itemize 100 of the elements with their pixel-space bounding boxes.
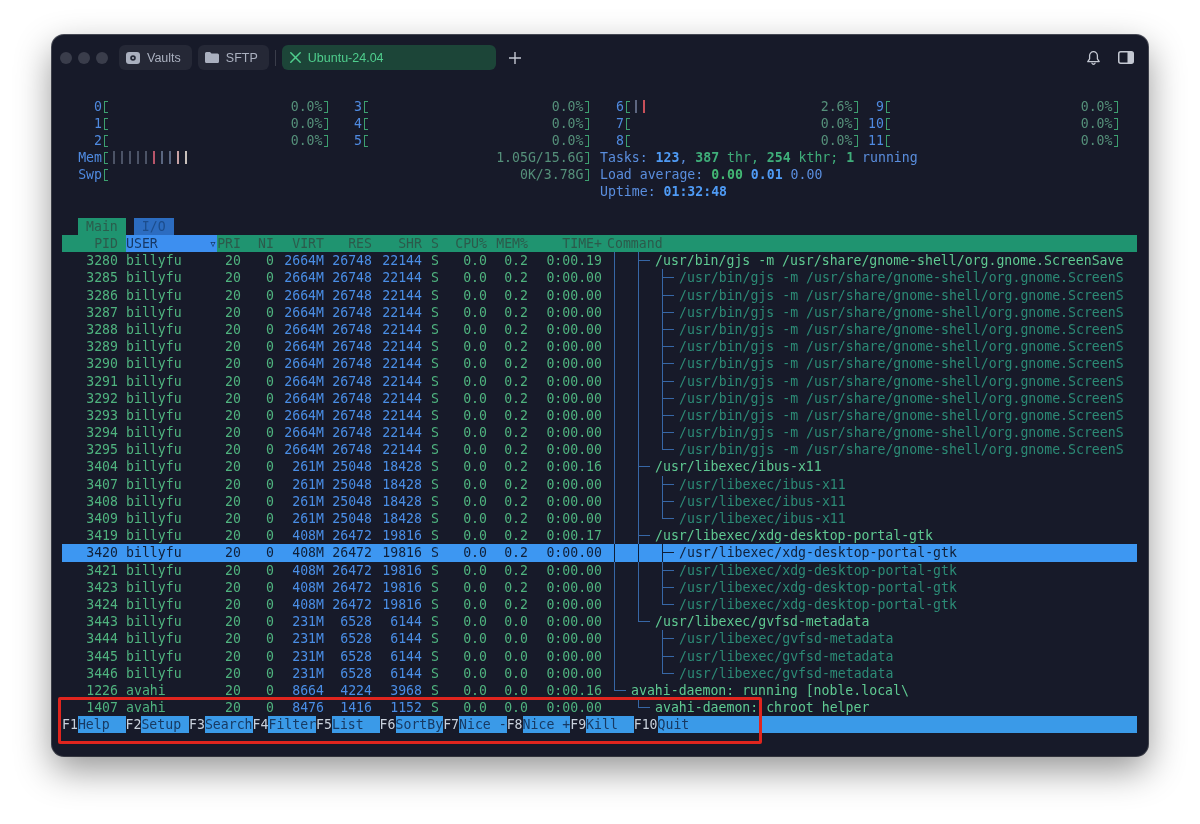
function-action[interactable]: SortBy	[395, 716, 444, 734]
shared-memory: 22144	[381, 252, 422, 270]
resident-memory: 6528	[339, 647, 372, 665]
pid: 3293	[85, 406, 119, 425]
nice-value: 0	[265, 699, 274, 717]
cpu-usage-value: 0.0%	[551, 131, 584, 150]
priority: 20	[224, 510, 241, 528]
process-row[interactable]: 1226 avahi 20 0 8664 4224 3968 S 0.0 0.0 0:00.16 avahi-daemon: running [noble.local\	[62, 681, 1137, 700]
shared-memory: 22144	[381, 321, 422, 339]
process-state: S	[430, 647, 440, 665]
bell-icon[interactable]	[1087, 50, 1100, 65]
process-row[interactable]: 3293 billyfu 20 0 2664M 26748 22144 S 0.0 0.2 0:00.00 /usr/bin/gjs -m /usr/share/gnome-shell/org.gnome.ScreenS	[62, 406, 1137, 425]
shared-memory: 22144	[381, 269, 422, 287]
cpu-time: 0:00.00	[545, 355, 602, 373]
shared-memory: 18428	[381, 510, 422, 528]
close-icon[interactable]	[289, 52, 301, 63]
process-row[interactable]: 3286 billyfu 20 0 2664M 26748 22144 S 0.0 0.2 0:00.00 /usr/bin/gjs -m /usr/share/gnome-shell/org.gnome.ScreenS	[62, 286, 1137, 304]
shared-memory: 18428	[381, 458, 422, 476]
process-row[interactable]: 3289 billyfu 20 0 2664M 26748 22144 S 0.0 0.2 0:00.00 /usr/bin/gjs -m /usr/share/gnome-shell/org.gnome.ScreenS	[62, 338, 1137, 356]
tab[interactable]: Vaults	[119, 45, 192, 70]
column-header[interactable]: USER ▿	[126, 235, 217, 253]
process-row[interactable]: 3287 billyfu 20 0 2664M 26748 22144 S 0.0 0.2 0:00.00 /usr/bin/gjs -m /usr/share/gnome-shell/org.gnome.ScreenS	[62, 303, 1137, 321]
process-row[interactable]: 3423 billyfu 20 0 408M 26472 19816 S 0.0 0.2 0:00.00 /usr/libexec/xdg-desktop-portal-gtk	[62, 578, 1137, 596]
pid: 3446	[85, 664, 119, 682]
cpu-percent: 0.0	[462, 389, 487, 407]
process-row[interactable]: 3404 billyfu 20 0 261M 25048 18428 S 0.0 0.2 0:00.16 /usr/libexec/ibus-x11	[62, 458, 1137, 476]
command: /usr/bin/gjs -m /usr/share/gnome-shell/org.gnome.ScreenS	[679, 286, 1124, 304]
process-row[interactable]: 3445 billyfu 20 0 231M 6528 6144 S 0.0 0.0 0:00.00 /usr/libexec/gvfsd-metadata	[62, 647, 1137, 665]
cpu-usage-value: 0.0%	[1080, 114, 1113, 132]
process-row[interactable]: 3280 billyfu 20 0 2664M 26748 22144 S 0.0 0.2 0:00.19 /usr/bin/gjs -m /usr/share/gnome-shell/org.gnome.ScreenSave	[62, 252, 1137, 270]
cpu-time: 0:00.00	[545, 699, 602, 717]
swap-label: Swp	[78, 166, 102, 184]
process-row[interactable]: 3408 billyfu 20 0 261M 25048 18428 S 0.0 0.2 0:00.00 /usr/libexec/ibus-x11	[62, 492, 1137, 511]
tab[interactable]: SFTP	[197, 45, 269, 70]
nice-value: 0	[265, 372, 274, 390]
cpu-percent: 0.0	[462, 355, 487, 373]
process-row[interactable]: 3420 billyfu 20 0 408M 26472 19816 S 0.0 0.2 0:00.00 /usr/libexec/xdg-desktop-portal-gtk	[62, 544, 1137, 562]
cpu-percent: 0.0	[462, 613, 487, 631]
cpu-percent: 0.0	[462, 475, 487, 493]
process-state: S	[430, 321, 440, 339]
cpu-percent: 0.0	[462, 303, 487, 321]
process-row[interactable]: 3443 billyfu 20 0 231M 6528 6144 S 0.0 0.0 0:00.00 /usr/libexec/gvfsd-metadata	[62, 613, 1137, 631]
command: /usr/libexec/xdg-desktop-portal-gtk	[679, 578, 957, 596]
function-action[interactable]: Filter	[268, 716, 317, 734]
function-action[interactable]: Help	[77, 716, 126, 734]
memory-percent: 0.2	[503, 596, 528, 614]
shared-memory: 22144	[381, 389, 422, 407]
cpu-time: 0:00.17	[545, 527, 602, 545]
cpu-percent: 0.0	[462, 510, 487, 528]
process-state: S	[430, 630, 440, 648]
process-row[interactable]: 3421 billyfu 20 0 408M 26472 19816 S 0.0 0.2 0:00.00 /usr/libexec/xdg-desktop-portal-gtk	[62, 561, 1137, 579]
process-row[interactable]: 3294 billyfu 20 0 2664M 26748 22144 S 0.0 0.2 0:00.00 /usr/bin/gjs -m /usr/share/gnome-shell/org.gnome.ScreenS	[62, 424, 1137, 442]
process-state: S	[430, 596, 440, 614]
process-row[interactable]: 3292 billyfu 20 0 2664M 26748 22144 S 0.0 0.2 0:00.00 /usr/bin/gjs -m /usr/share/gnome-shell/org.gnome.ScreenS	[62, 389, 1137, 407]
process-row[interactable]: 3419 billyfu 20 0 408M 26472 19816 S 0.0 0.2 0:00.17 /usr/libexec/xdg-desktop-portal-gtk	[62, 527, 1137, 545]
virtual-memory: 2664M	[283, 269, 324, 287]
process-row[interactable]: 3444 billyfu 20 0 231M 6528 6144 S 0.0 0.0 0:00.00 /usr/libexec/gvfsd-metadata	[62, 630, 1137, 648]
cpu-usage-value: 0.0%	[820, 131, 853, 150]
nice-value: 0	[265, 303, 274, 321]
cpu-percent: 0.0	[462, 664, 487, 682]
pid: 3287	[85, 303, 119, 321]
process-row[interactable]: 3295 billyfu 20 0 2664M 26748 22144 S 0.0 0.2 0:00.00 /usr/bin/gjs -m /usr/share/gnome-shell/org.gnome.ScreenS	[62, 441, 1137, 459]
process-state: S	[430, 355, 440, 373]
function-action[interactable]: Quit	[657, 716, 706, 734]
process-row[interactable]: 3285 billyfu 20 0 2664M 26748 22144 S 0.0 0.2 0:00.00 /usr/bin/gjs -m /usr/share/gnome-shell/org.gnome.ScreenS	[62, 269, 1137, 287]
process-row[interactable]: 3424 billyfu 20 0 408M 26472 19816 S 0.0 0.2 0:00.00 /usr/libexec/xdg-desktop-portal-gtk	[62, 596, 1137, 614]
virtual-memory: 2664M	[283, 406, 324, 425]
tab[interactable]: Ubuntu-24.04	[281, 45, 496, 70]
process-state: S	[430, 475, 440, 493]
process-state: S	[430, 544, 440, 562]
virtual-memory: 408M	[291, 596, 324, 614]
memory-percent: 0.2	[503, 389, 528, 407]
priority: 20	[224, 424, 241, 442]
command: avahi-daemon: chroot helper	[655, 699, 870, 717]
process-row[interactable]: 3446 billyfu 20 0 231M 6528 6144 S 0.0 0.0 0:00.00 /usr/libexec/gvfsd-metadata	[62, 664, 1137, 682]
resident-memory: 26748	[331, 355, 372, 373]
plus-icon[interactable]	[508, 51, 521, 64]
process-row[interactable]: 3291 billyfu 20 0 2664M 26748 22144 S 0.0 0.2 0:00.00 /usr/bin/gjs -m /usr/share/gnome-shell/org.gnome.ScreenS	[62, 372, 1137, 390]
process-row[interactable]: 3290 billyfu 20 0 2664M 26748 22144 S 0.0 0.2 0:00.00 /usr/bin/gjs -m /usr/share/gnome-shell/org.gnome.ScreenS	[62, 355, 1137, 373]
function-action[interactable]: Nice -	[459, 716, 507, 734]
function-action[interactable]: Setup	[141, 716, 190, 734]
process-row[interactable]: 3288 billyfu 20 0 2664M 26748 22144 S 0.0 0.2 0:00.00 /usr/bin/gjs -m /usr/share/gnome-shell/org.gnome.ScreenS	[62, 321, 1137, 339]
virtual-memory: 2664M	[283, 424, 324, 442]
function-action[interactable]: Kill	[586, 716, 634, 734]
cpu-percent: 0.0	[462, 458, 487, 476]
process-row[interactable]: 3409 billyfu 20 0 261M 25048 18428 S 0.0 0.2 0:00.00 /usr/libexec/ibus-x11	[62, 510, 1137, 528]
shared-memory: 18428	[381, 475, 422, 493]
function-action[interactable]: Nice +	[522, 716, 571, 734]
shared-memory: 6144	[389, 630, 422, 648]
priority: 20	[224, 492, 241, 511]
cpu-usage-value: 0.0%	[551, 114, 584, 132]
process-row[interactable]: 3407 billyfu 20 0 261M 25048 18428 S 0.0 0.2 0:00.00 /usr/libexec/ibus-x11	[62, 475, 1137, 493]
nice-value: 0	[265, 475, 274, 493]
priority: 20	[224, 475, 241, 493]
user-name: billyfu	[126, 544, 183, 562]
user-name: billyfu	[126, 389, 183, 407]
function-action[interactable]: List	[332, 716, 380, 734]
sidebar-icon[interactable]	[1118, 51, 1134, 64]
nice-value: 0	[265, 561, 274, 579]
function-action[interactable]: Search	[204, 716, 253, 734]
